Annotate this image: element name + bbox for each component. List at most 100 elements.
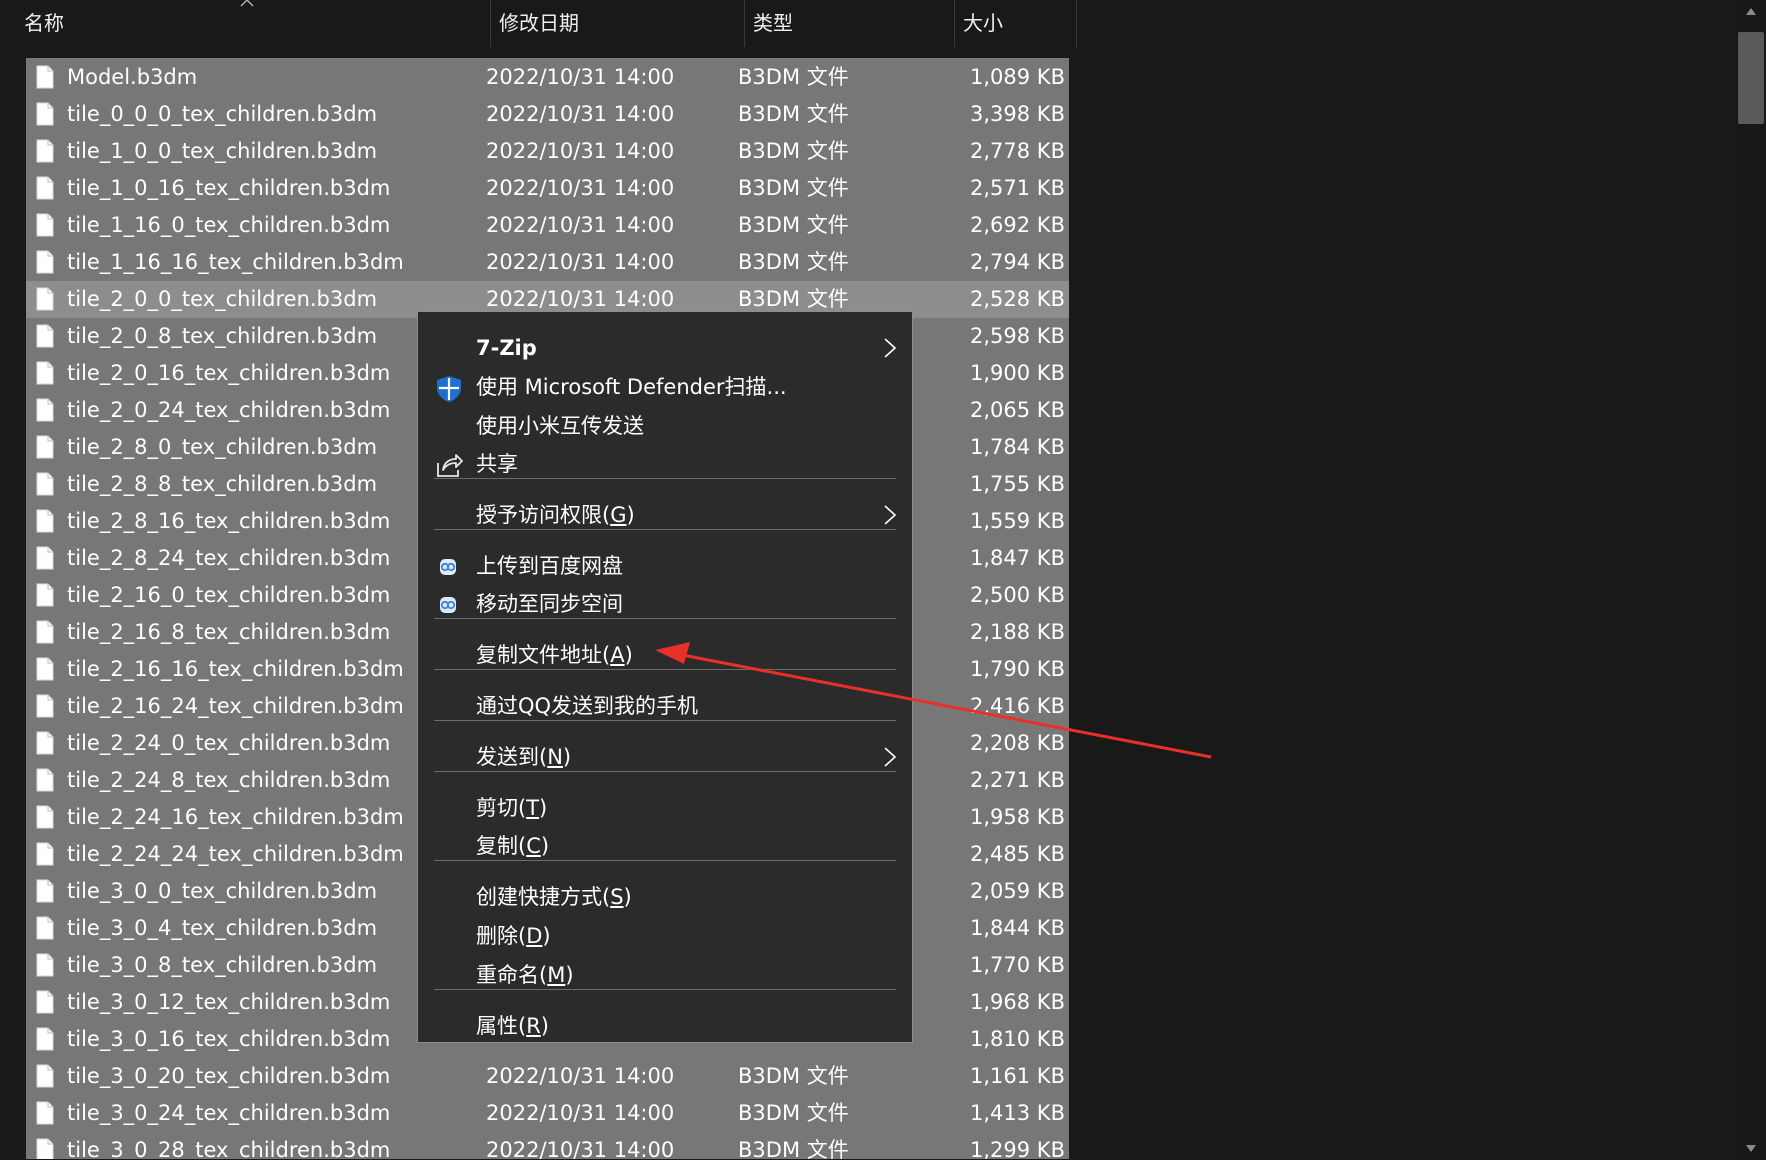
- context-menu: 7-Zip 使用 Microsoft Defender扫描... 使用小米互传发送共…: [417, 311, 913, 1043]
- file-type: B3DM 文件: [738, 176, 849, 200]
- file-type: B3DM 文件: [738, 1101, 849, 1125]
- defender-shield-icon: [434, 374, 464, 402]
- file-row[interactable]: tile_3_0_28_tex_children.b3dm 2022/10/31 …: [26, 1132, 1069, 1159]
- file-name: tile_2_24_8_tex_children.b3dm: [67, 768, 391, 792]
- menu-item-label: 属性(R): [476, 1014, 549, 1038]
- file-size: 2,485 KB: [970, 842, 1065, 866]
- file-size: 2,692 KB: [970, 213, 1065, 237]
- file-row[interactable]: tile_3_0_24_tex_children.b3dm 2022/10/31 …: [26, 1095, 1069, 1132]
- file-name: tile_2_8_24_tex_children.b3dm: [67, 546, 391, 570]
- file-size: 2,271 KB: [970, 768, 1065, 792]
- menu-item-label: 上传到百度网盘: [476, 554, 623, 578]
- file-type: B3DM 文件: [738, 139, 849, 163]
- file-size: 2,571 KB: [970, 176, 1065, 200]
- file-icon: [36, 472, 54, 496]
- file-size: 1,790 KB: [970, 657, 1065, 681]
- chevron-right-icon: [883, 337, 897, 359]
- menu-item-label: 使用小米互传发送: [476, 414, 644, 438]
- column-type[interactable]: 类型: [745, 0, 955, 47]
- menu-item-7zip[interactable]: 7-Zip: [418, 329, 912, 367]
- file-name: tile_3_0_16_tex_children.b3dm: [67, 1027, 391, 1051]
- file-modified-date: 2022/10/31 14:00: [486, 213, 675, 237]
- file-size: 2,065 KB: [970, 398, 1065, 422]
- menu-item-baidu-upload[interactable]: 上传到百度网盘: [418, 547, 912, 585]
- file-icon: [36, 546, 54, 570]
- vertical-scrollbar[interactable]: [1736, 0, 1766, 1159]
- menu-item-label: 剪切(T): [476, 796, 548, 820]
- file-name: tile_2_16_0_tex_children.b3dm: [67, 583, 391, 607]
- file-name: tile_2_24_0_tex_children.b3dm: [67, 731, 391, 755]
- file-size: 1,784 KB: [970, 435, 1065, 459]
- file-row[interactable]: tile_1_0_16_tex_children.b3dm 2022/10/31 …: [26, 170, 1069, 207]
- column-name[interactable]: 名称: [16, 0, 491, 47]
- column-size[interactable]: 大小: [955, 0, 1077, 47]
- column-date[interactable]: 修改日期: [491, 0, 745, 47]
- file-name: tile_1_0_16_tex_children.b3dm: [67, 176, 391, 200]
- file-size: 2,208 KB: [970, 731, 1065, 755]
- menu-item-create-shortcut[interactable]: 创建快捷方式(S): [418, 878, 912, 916]
- file-size: 1,755 KB: [970, 472, 1065, 496]
- menu-item-label: 删除(D): [476, 924, 551, 948]
- file-type: B3DM 文件: [738, 1138, 849, 1159]
- scrollbar-thumb[interactable]: [1738, 32, 1764, 124]
- file-icon: [36, 1101, 54, 1125]
- file-name: tile_3_0_8_tex_children.b3dm: [67, 953, 378, 977]
- file-row[interactable]: Model.b3dm 2022/10/31 14:00 B3DM 文件 1,089 K…: [26, 59, 1069, 96]
- file-name: tile_2_8_8_tex_children.b3dm: [67, 472, 378, 496]
- file-size: 2,416 KB: [970, 694, 1065, 718]
- menu-item-cut[interactable]: 剪切(T): [418, 789, 912, 827]
- menu-separator: [434, 529, 896, 530]
- file-size: 1,968 KB: [970, 990, 1065, 1014]
- file-size: 1,299 KB: [970, 1138, 1065, 1159]
- file-icon: [36, 990, 54, 1014]
- file-icon: [36, 324, 54, 348]
- file-icon: [36, 1064, 54, 1088]
- file-icon: [36, 509, 54, 533]
- menu-item-delete[interactable]: 删除(D): [418, 917, 912, 955]
- file-row[interactable]: tile_3_0_20_tex_children.b3dm 2022/10/31 …: [26, 1058, 1069, 1095]
- file-name: tile_3_0_24_tex_children.b3dm: [67, 1101, 391, 1125]
- file-modified-date: 2022/10/31 14:00: [486, 139, 675, 163]
- file-icon: [36, 879, 54, 903]
- scroll-down-arrow-icon[interactable]: [1743, 1140, 1759, 1156]
- menu-item-xiaomi[interactable]: 使用小米互传发送: [418, 407, 912, 445]
- file-modified-date: 2022/10/31 14:00: [486, 65, 675, 89]
- file-name: tile_3_0_12_tex_children.b3dm: [67, 990, 391, 1014]
- menu-separator: [434, 989, 896, 990]
- file-name: tile_2_8_0_tex_children.b3dm: [67, 435, 378, 459]
- file-name: tile_3_0_28_tex_children.b3dm: [67, 1138, 391, 1159]
- file-size: 2,794 KB: [970, 250, 1065, 274]
- file-icon: [36, 953, 54, 977]
- menu-item-label: 创建快捷方式(S): [476, 885, 632, 909]
- file-type: B3DM 文件: [738, 65, 849, 89]
- chevron-right-icon: [883, 746, 897, 768]
- file-row[interactable]: tile_1_16_0_tex_children.b3dm 2022/10/31 …: [26, 207, 1069, 244]
- file-type: B3DM 文件: [738, 250, 849, 274]
- file-name: tile_2_0_0_tex_children.b3dm: [67, 287, 378, 311]
- file-name: tile_3_0_4_tex_children.b3dm: [67, 916, 378, 940]
- menu-item-properties[interactable]: 属性(R): [418, 1007, 912, 1045]
- file-size: 2,528 KB: [970, 287, 1065, 311]
- column-header: 名称 修改日期 类型 大小: [0, 0, 1077, 47]
- file-name: tile_0_0_0_tex_children.b3dm: [67, 102, 378, 126]
- file-icon: [36, 916, 54, 940]
- file-icon: [36, 65, 54, 89]
- file-size: 1,847 KB: [970, 546, 1065, 570]
- file-row[interactable]: tile_0_0_0_tex_children.b3dm 2022/10/31 1…: [26, 96, 1069, 133]
- file-size: 1,810 KB: [970, 1027, 1065, 1051]
- file-name: tile_1_16_0_tex_children.b3dm: [67, 213, 391, 237]
- menu-separator: [434, 860, 896, 861]
- file-modified-date: 2022/10/31 14:00: [486, 1064, 675, 1088]
- file-row[interactable]: tile_1_0_0_tex_children.b3dm 2022/10/31 1…: [26, 133, 1069, 170]
- file-row[interactable]: tile_1_16_16_tex_children.b3dm 2022/10/31…: [26, 244, 1069, 281]
- file-icon: [36, 805, 54, 829]
- menu-item-defender[interactable]: 使用 Microsoft Defender扫描...: [418, 368, 912, 406]
- file-icon: [36, 361, 54, 385]
- file-name: Model.b3dm: [67, 65, 198, 89]
- menu-separator: [434, 720, 896, 721]
- column-type-label: 类型: [753, 11, 793, 35]
- scroll-up-arrow-icon[interactable]: [1743, 4, 1759, 20]
- menu-separator: [434, 771, 896, 772]
- file-icon: [36, 620, 54, 644]
- file-name: tile_2_0_16_tex_children.b3dm: [67, 361, 391, 385]
